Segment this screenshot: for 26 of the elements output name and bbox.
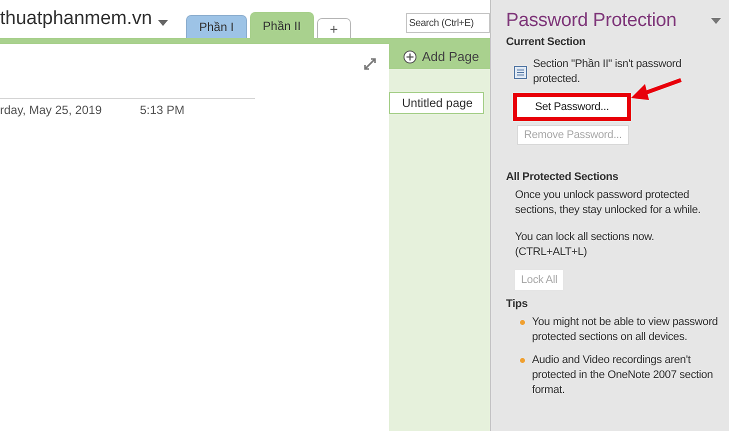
section-tab[interactable]: Phần II: [250, 12, 314, 38]
section-status: Section "Phần II" isn't password protected.: [533, 57, 682, 87]
dropdown-caret-icon[interactable]: [711, 18, 721, 24]
page-date: rday, May 25, 2019: [0, 103, 102, 117]
notebook-page-icon: [514, 65, 527, 79]
pane-title: Password Protection: [506, 10, 676, 32]
tip-text: You might not be able to view password protected sections on all devices.: [532, 315, 719, 345]
section-tab[interactable]: Phần I: [186, 15, 247, 38]
search-field[interactable]: Search (Ctrl+E): [406, 13, 490, 33]
tip-text: Audio and Video recordings aren't protected in the OneNote 2007 section format.: [532, 353, 714, 398]
page-time: 5:13 PM: [140, 103, 185, 117]
dropdown-caret-icon[interactable]: [158, 20, 168, 26]
add-page-button[interactable]: Add Page: [389, 44, 490, 69]
expand-icon[interactable]: [364, 58, 376, 70]
section-heading: Tips: [506, 298, 529, 310]
section-heading: Current Section: [506, 36, 587, 48]
info-paragraph: You can lock all sections now. (CTRL+ALT+L): [515, 230, 656, 260]
page-item[interactable]: Untitled page: [389, 92, 484, 114]
notebook-name[interactable]: thuatphanmem.vn: [0, 8, 152, 30]
plus-circle-icon: [403, 50, 417, 64]
info-paragraph: Once you unlock password protected sections, they stay unlocked for a while.: [515, 188, 702, 218]
bullet-icon: [520, 358, 525, 363]
add-section-tab[interactable]: +: [316, 18, 351, 38]
section-heading: All Protected Sections: [506, 171, 620, 183]
bullet-icon: [520, 320, 525, 325]
password-button[interactable]: Set Password...: [517, 97, 627, 117]
